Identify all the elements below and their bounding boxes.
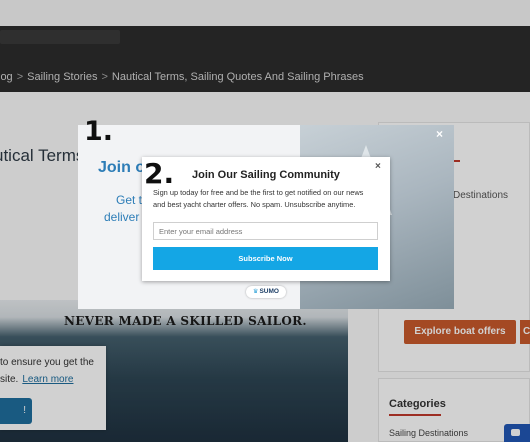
popup-description: and best yacht charter offers. No spam. … <box>153 200 356 209</box>
close-icon[interactable]: × <box>375 161 381 172</box>
crown-icon: ♛ <box>253 289 259 295</box>
popup1-text: Get t <box>116 193 143 207</box>
step-number-1: 1. <box>84 116 114 147</box>
sumo-label: SUMO <box>259 288 279 295</box>
subscribe-button[interactable]: Subscribe Now <box>153 247 378 270</box>
popup1-title: Join o <box>98 159 146 176</box>
popup1-text: deliver <box>104 210 140 224</box>
sumo-badge[interactable]: ♛SUMO <box>246 286 286 298</box>
close-icon[interactable]: × <box>436 127 443 141</box>
popup-description: Sign up today for free and be the first … <box>153 188 364 197</box>
step-number-2: 2. <box>144 157 175 190</box>
signup-popup-2: Join Our Sailing Community × Sign up tod… <box>142 157 390 281</box>
popup-title: Join Our Sailing Community <box>192 169 340 181</box>
email-field[interactable] <box>153 222 378 240</box>
